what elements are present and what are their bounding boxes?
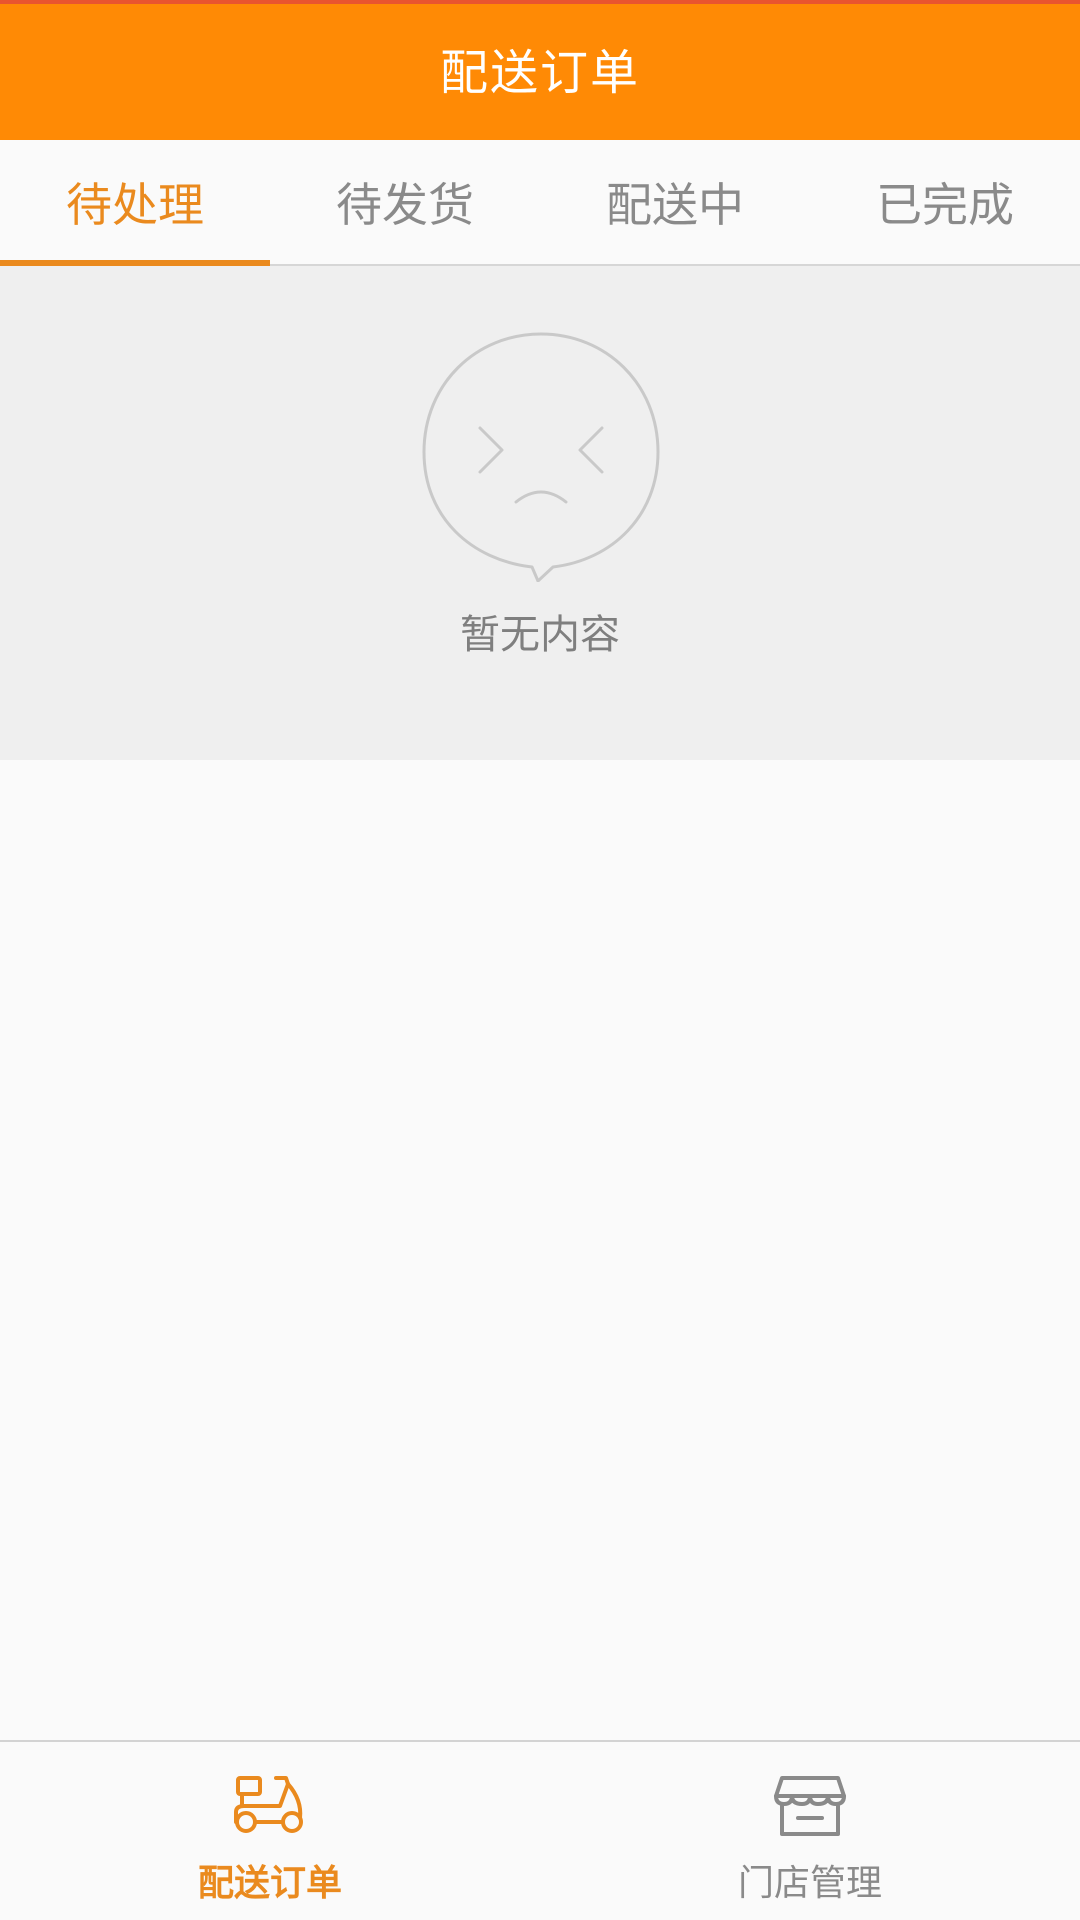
tab-label: 配送中 [606,178,744,232]
tab-awaiting-shipment[interactable]: 待发货 [270,140,540,264]
tab-completed[interactable]: 已完成 [810,140,1080,264]
tab-pending[interactable]: 待处理 [0,140,270,266]
empty-state-message: 暂无内容 [460,612,620,658]
tab-label: 已完成 [876,178,1014,232]
store-icon [774,1776,846,1836]
sad-face-speech-bubble-icon [422,332,660,582]
screen: 配送订单 待处理 待发货 配送中 已完成 暂无内容 配送订单 门店管理 [0,0,1080,1920]
tab-delivering[interactable]: 配送中 [540,140,810,264]
empty-state: 暂无内容 [0,266,1080,760]
page-title: 配送订单 [439,45,640,101]
app-header: 配送订单 [0,0,1080,140]
order-status-tabs: 待处理 待发货 配送中 已完成 [0,140,1080,266]
nav-item-delivery-orders[interactable]: 配送订单 [0,1742,540,1920]
tab-label: 待处理 [66,178,204,232]
bottom-navigation: 配送订单 门店管理 [0,1740,1080,1920]
nav-label: 门店管理 [737,1863,882,1904]
scooter-icon [234,1776,303,1833]
nav-label: 配送订单 [197,1863,342,1904]
tab-label: 待发货 [336,178,474,232]
nav-item-store-management[interactable]: 门店管理 [540,1742,1080,1920]
